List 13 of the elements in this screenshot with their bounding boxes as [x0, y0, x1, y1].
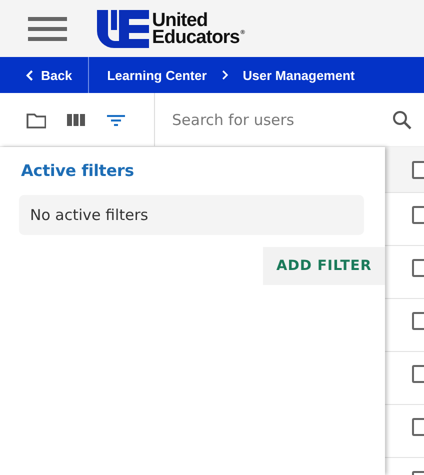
breadcrumb-link[interactable]: User Management: [242, 68, 355, 82]
search-field[interactable]: Search for users: [172, 110, 392, 128]
logo-text: United: [152, 12, 208, 28]
chevron-left-icon: [26, 70, 33, 80]
panel-title: Active filters: [21, 161, 135, 180]
breadcrumb-link[interactable]: Learning Center: [107, 68, 207, 82]
add-filter-button[interactable]: ADD FILTER: [263, 247, 385, 285]
logo-icon: [97, 10, 149, 48]
logo-text: Educators: [152, 28, 240, 46]
menu-icon[interactable]: [28, 16, 67, 40]
chevron-right-icon: [220, 70, 229, 80]
empty-filters-message: No active filters: [19, 195, 364, 235]
search-icon[interactable]: [392, 110, 412, 130]
